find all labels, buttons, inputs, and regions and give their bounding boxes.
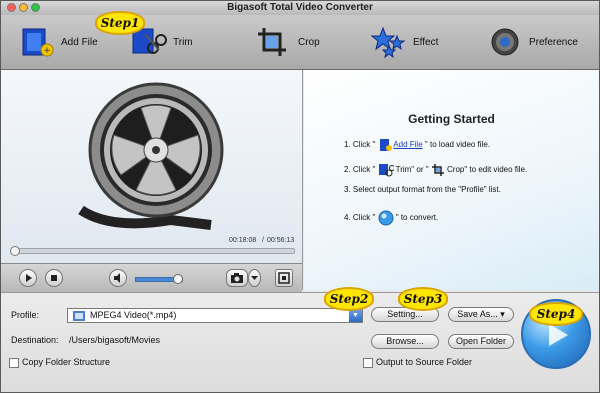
getting-started-panel: Getting Started 1. Click " Add File " to… bbox=[304, 70, 599, 290]
instruction-2-prefix: 2. Click " bbox=[344, 165, 376, 175]
zoom-window-button[interactable] bbox=[31, 3, 40, 12]
instruction-2-mid: Trim" or " bbox=[395, 165, 429, 175]
crop-label: Crop bbox=[298, 36, 320, 48]
output-to-source-folder-label: Output to Source Folder bbox=[376, 357, 473, 367]
profile-select[interactable]: MPEG4 Video(*.mp4) ▼ bbox=[67, 308, 363, 323]
convert-mini-icon bbox=[378, 210, 394, 226]
preference-button[interactable]: Preference bbox=[487, 25, 578, 59]
volume-button[interactable] bbox=[109, 269, 127, 287]
fullscreen-button[interactable] bbox=[275, 269, 293, 287]
preference-label: Preference bbox=[529, 36, 578, 48]
output-to-source-folder-checkbox[interactable] bbox=[363, 358, 373, 368]
copy-folder-structure-checkbox[interactable] bbox=[9, 358, 19, 368]
play-icon bbox=[26, 274, 32, 282]
effect-label: Effect bbox=[413, 36, 439, 48]
instruction-4-prefix: 4. Click " bbox=[344, 213, 376, 223]
title-bar: Bigasoft Total Video Converter bbox=[1, 1, 599, 15]
crop-icon bbox=[258, 28, 286, 56]
add-file-icon: + bbox=[22, 28, 54, 57]
destination-label: Destination: bbox=[11, 335, 59, 345]
step2-callout: Step2 bbox=[324, 287, 374, 311]
destination-path: /Users/bigasoft/Movies bbox=[69, 335, 161, 345]
fullscreen-icon bbox=[278, 272, 290, 284]
instruction-4: 4. Click " " to convert. bbox=[344, 210, 438, 226]
crop-mini-icon bbox=[431, 164, 444, 176]
stop-icon bbox=[51, 275, 57, 281]
chevron-down-icon: ▾ bbox=[497, 309, 505, 319]
volume-knob[interactable] bbox=[173, 274, 184, 284]
time-elapsed: 00:18:08 bbox=[229, 237, 257, 244]
getting-started-title: Getting Started bbox=[408, 112, 495, 126]
instruction-1-suffix: " to load video file. bbox=[424, 140, 491, 150]
profile-value: MPEG4 Video(*.mp4) bbox=[90, 310, 177, 320]
time-separator: / bbox=[262, 237, 264, 244]
crop-button[interactable]: Crop bbox=[256, 25, 320, 59]
seek-knob[interactable] bbox=[10, 246, 20, 256]
instruction-1-prefix: 1. Click " bbox=[344, 140, 376, 150]
step1-callout: Step1 bbox=[95, 11, 145, 35]
speaker-icon bbox=[114, 273, 120, 283]
add-file-label: Add File bbox=[61, 36, 98, 48]
preview-panel: 00:18:08 / 00:56:13 bbox=[1, 70, 303, 290]
window-title: Bigasoft Total Video Converter bbox=[227, 2, 373, 13]
trim-label: Trim bbox=[173, 36, 193, 48]
instruction-2: 2. Click " Trim" or " Crop" to edit vide… bbox=[344, 163, 527, 177]
instruction-3: 3. Select output format from the "Profil… bbox=[344, 185, 501, 194]
time-total: 00:56:13 bbox=[267, 237, 295, 244]
main-toolbar: + Add File Trim Crop Effect Preference S… bbox=[1, 11, 599, 70]
step4-callout: Step4 bbox=[529, 302, 583, 326]
volume-slider[interactable] bbox=[135, 274, 184, 284]
snapshot-button[interactable] bbox=[226, 269, 248, 287]
output-settings: Profile: MPEG4 Video(*.mp4) ▼ Setting...… bbox=[1, 287, 599, 392]
save-as-label: Save As... bbox=[457, 309, 498, 319]
save-as-button[interactable]: Save As... ▾ bbox=[448, 307, 514, 322]
instruction-1: 1. Click " Add File " to load video file… bbox=[344, 138, 490, 152]
browse-button[interactable]: Browse... bbox=[371, 334, 439, 349]
instruction-2-suffix: Crop" to edit video file. bbox=[447, 165, 528, 175]
gear-icon bbox=[491, 28, 519, 56]
app-window: Bigasoft Total Video Converter + Add Fil… bbox=[0, 0, 600, 393]
close-window-button[interactable] bbox=[7, 3, 16, 12]
film-reel-icon bbox=[78, 82, 224, 230]
profile-label: Profile: bbox=[11, 310, 40, 320]
camera-icon bbox=[231, 273, 243, 283]
svg-text:+: + bbox=[43, 46, 51, 56]
step3-callout: Step3 bbox=[398, 287, 448, 311]
trim-mini-icon bbox=[378, 164, 394, 177]
instruction-4-suffix: " to convert. bbox=[395, 213, 439, 223]
open-folder-button[interactable]: Open Folder bbox=[448, 334, 514, 349]
effect-button[interactable]: Effect bbox=[371, 25, 438, 59]
add-file-mini-icon bbox=[379, 139, 392, 151]
copy-folder-structure-label: Copy Folder Structure bbox=[22, 357, 111, 367]
add-file-link[interactable]: Add File bbox=[393, 140, 422, 149]
effect-icon bbox=[371, 26, 406, 58]
stop-button[interactable] bbox=[45, 269, 63, 287]
player-controls bbox=[1, 263, 302, 292]
chevron-down-icon bbox=[251, 276, 258, 280]
video-format-icon bbox=[73, 311, 85, 321]
seek-bar[interactable] bbox=[10, 246, 295, 256]
add-file-button[interactable]: + Add File bbox=[19, 25, 98, 59]
minimize-window-button[interactable] bbox=[19, 3, 28, 12]
play-button[interactable] bbox=[19, 269, 37, 287]
snapshot-menu-button[interactable] bbox=[248, 269, 261, 287]
